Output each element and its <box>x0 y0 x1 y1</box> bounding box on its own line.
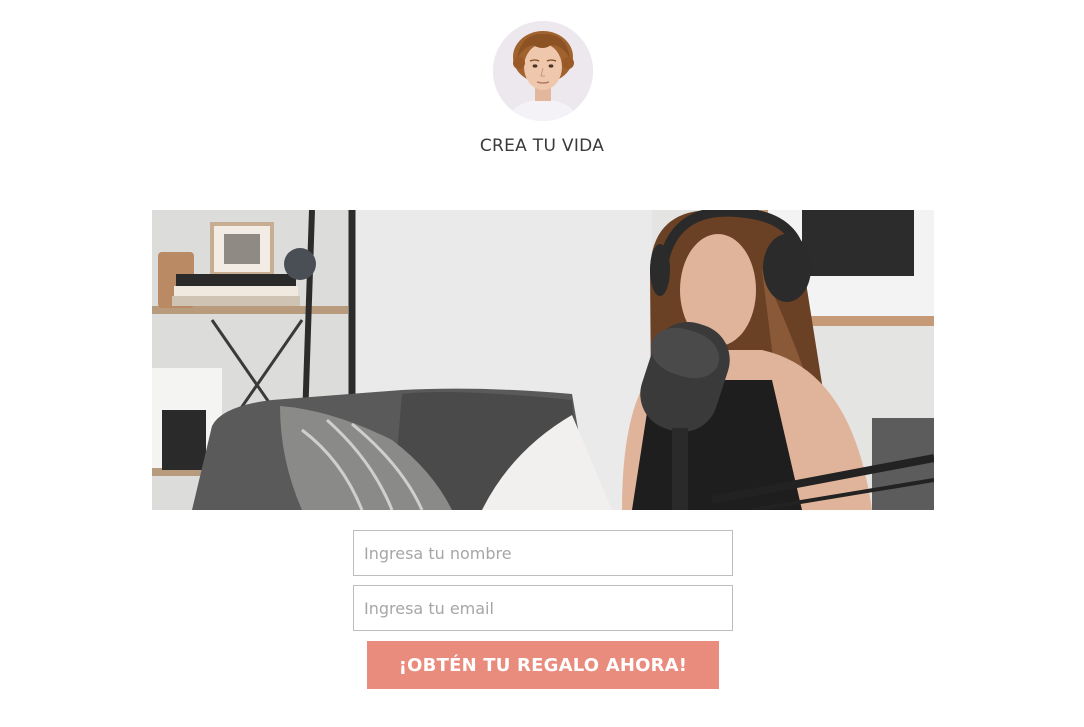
hero-image <box>152 210 934 510</box>
get-gift-button[interactable]: ¡OBTÉN TU REGALO AHORA! <box>367 641 719 689</box>
profile-photo-icon <box>493 21 593 121</box>
avatar <box>493 21 593 121</box>
page-title: CREA TU VIDA <box>479 136 605 156</box>
name-input[interactable] <box>353 530 733 576</box>
podcast-photo-icon <box>152 210 934 510</box>
email-input[interactable] <box>353 585 733 631</box>
